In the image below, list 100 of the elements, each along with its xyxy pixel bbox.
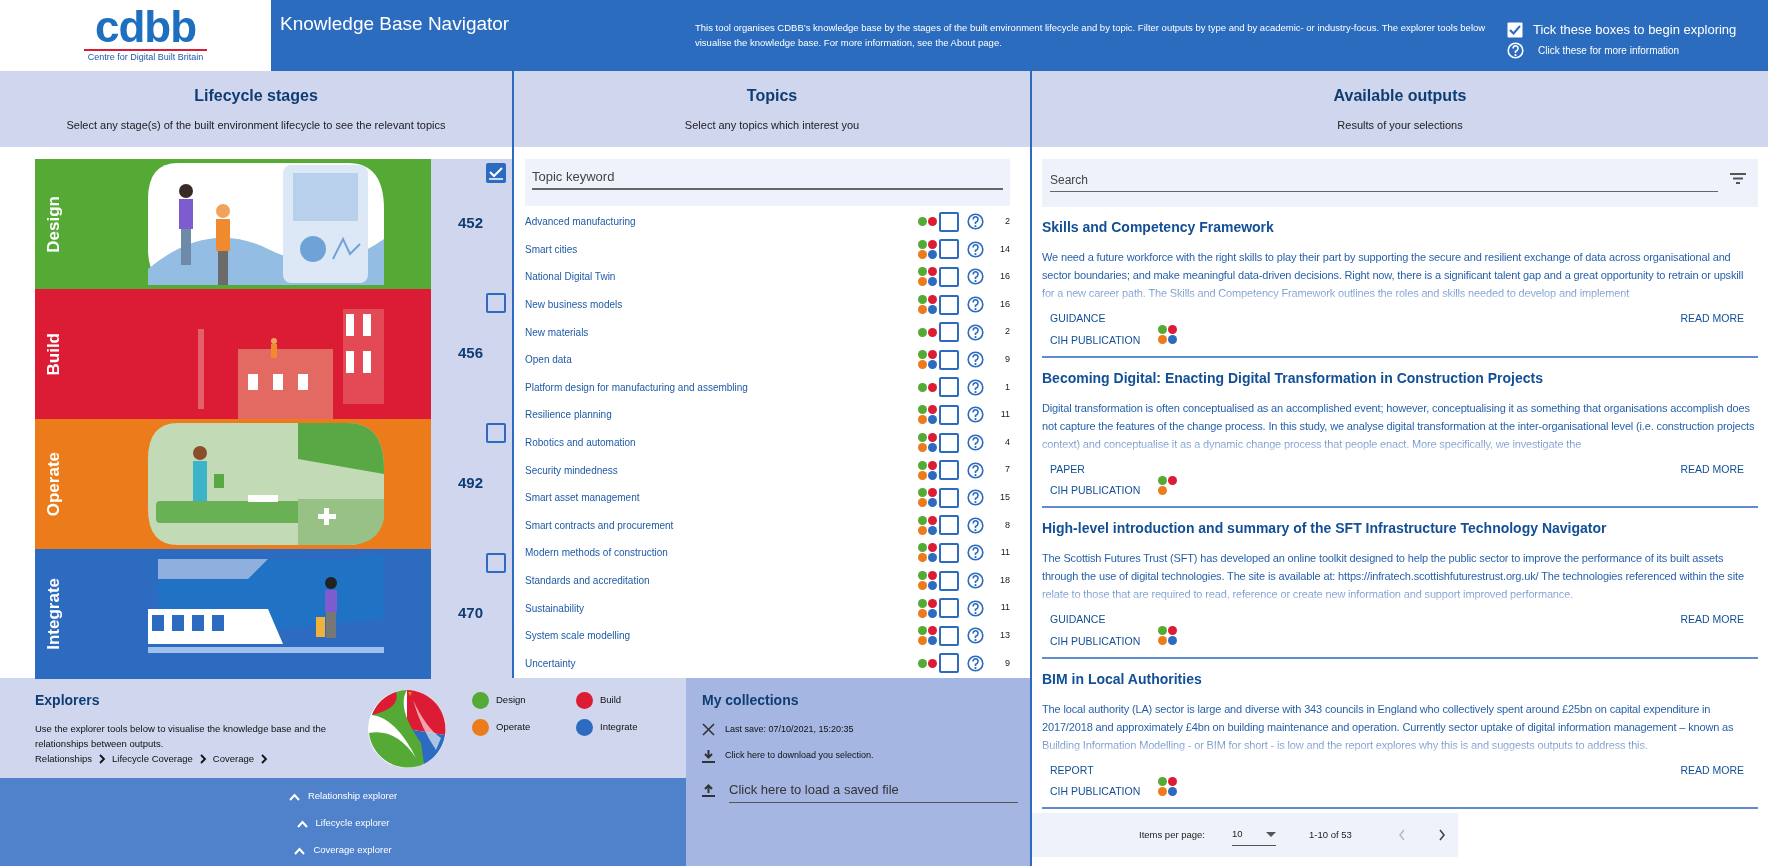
filter-button[interactable] [1730, 171, 1748, 185]
topic-name[interactable]: Smart asset management [525, 490, 918, 506]
checkbox[interactable] [939, 598, 959, 619]
caret-down-icon [1266, 832, 1276, 837]
help-icon [967, 544, 984, 562]
topic-name[interactable]: System scale modelling [525, 628, 918, 644]
search-input[interactable]: Search [1050, 168, 1718, 192]
breadcrumb-link[interactable]: Lifecycle Coverage [112, 752, 193, 767]
chevron-right-icon [260, 754, 269, 765]
topic-name[interactable]: New business models [525, 297, 918, 313]
checkbox[interactable] [939, 542, 959, 563]
logo-text: cdbb [94, 6, 197, 47]
breadcrumb-link[interactable]: Coverage [212, 752, 255, 767]
stage-card[interactable]: Build [35, 289, 431, 419]
checkbox[interactable] [939, 322, 959, 343]
chevron-right-icon [198, 754, 207, 765]
explorer-toggle[interactable]: Relationship explorer [288, 783, 398, 810]
checkbox[interactable] [486, 293, 506, 313]
help-icon [967, 406, 984, 424]
topic-name[interactable]: Smart contracts and procurement [525, 517, 918, 533]
topic-name[interactable]: Standards and accreditation [525, 573, 918, 588]
column-subtitle: Select any stage(s) of the built environment lifecycle to see the relevant topics [66, 118, 446, 133]
column-title: Lifecycle stages [194, 86, 318, 106]
search-field[interactable]: Search [1042, 159, 1758, 207]
checkbox[interactable] [486, 553, 506, 573]
stage-count: 456 [458, 343, 484, 363]
logo-subtitle: Centre for Digital Built Britain [83, 48, 208, 65]
topic-name[interactable]: Platform design for manufacturing and assembling [525, 379, 918, 395]
help-icon [967, 599, 984, 617]
output-publisher: CIH PUBLICATION [1050, 332, 1142, 348]
help-icon [967, 213, 984, 231]
explorer-toggle[interactable]: Lifecycle explorer [296, 810, 390, 837]
topic-name[interactable]: Modern methods of construction [525, 545, 918, 561]
close-icon [702, 723, 715, 737]
chevron-left-icon [1397, 829, 1406, 841]
stage-card[interactable]: Integrate [35, 549, 431, 679]
topic-count: 16 [999, 270, 1010, 284]
file-load-field[interactable]: Click here to load a saved file [729, 776, 1018, 803]
topic-name[interactable]: Smart cities [525, 241, 918, 257]
read-more-link[interactable]: READ MORE [1680, 762, 1758, 779]
checkbox[interactable] [939, 349, 959, 370]
stage-label: Build [43, 332, 64, 376]
help-icon [967, 296, 984, 314]
topic-name[interactable]: Open data [525, 352, 918, 368]
read-more-link[interactable]: READ MORE [1680, 461, 1758, 478]
checkbox[interactable] [939, 267, 959, 287]
topic-name[interactable]: Resilience planning [525, 407, 918, 423]
checkbox[interactable] [939, 515, 959, 536]
chevron-right-icon [1437, 829, 1446, 841]
download-link[interactable]: Click here to download you selection. [725, 748, 874, 763]
legend-label: Operate [496, 720, 531, 735]
checkbox[interactable] [939, 432, 959, 453]
output-title[interactable]: BIM in Local Authorities [1042, 668, 1758, 690]
checkbox[interactable] [939, 460, 959, 481]
checkbox[interactable] [939, 239, 959, 260]
topic-name[interactable]: New materials [525, 324, 918, 340]
output-title[interactable]: Skills and Competency Framework [1042, 217, 1758, 238]
topic-count: 16 [999, 297, 1010, 311]
breadcrumb-link[interactable]: Relationships [35, 752, 93, 767]
checkbox[interactable] [939, 570, 959, 591]
chevron-up-icon [296, 819, 308, 828]
help-icon [967, 351, 984, 369]
topic-count: 9 [1004, 353, 1010, 366]
legend-label: Integrate [600, 720, 638, 735]
output-type: GUIDANCE [1050, 612, 1107, 627]
topic-name[interactable]: Sustainability [525, 600, 918, 616]
checkbox[interactable] [939, 625, 959, 646]
read-more-link[interactable]: READ MORE [1680, 612, 1758, 628]
column-title: Available outputs [1333, 86, 1467, 106]
checkbox[interactable] [939, 404, 959, 425]
output-title[interactable]: Becoming Digital: Enacting Digital Transformation in Construction Projects [1042, 367, 1758, 389]
help-icon [967, 323, 984, 341]
read-more-link[interactable]: READ MORE [1680, 311, 1758, 327]
topic-name[interactable]: National Digital Twin [525, 269, 918, 285]
checkbox[interactable] [486, 423, 506, 443]
topic-name[interactable]: Uncertainty [525, 655, 918, 671]
checkbox[interactable] [939, 211, 959, 232]
help-icon [967, 572, 984, 589]
checkbox[interactable] [939, 377, 959, 398]
page-size-select[interactable]: 10 [1232, 824, 1276, 846]
help-icon [967, 627, 984, 645]
checkbox[interactable] [939, 487, 959, 508]
topic-count: 2 [1004, 325, 1010, 339]
checkbox-icon [1507, 21, 1523, 38]
checkbox[interactable] [486, 163, 506, 183]
topic-count: 14 [999, 242, 1010, 256]
output-title[interactable]: High-level introduction and summary of the SFT Infrastructure Technology Navigator [1042, 518, 1758, 539]
checkbox[interactable] [939, 653, 959, 674]
help-icon [967, 489, 984, 507]
topic-name[interactable]: Security mindedness [525, 462, 918, 478]
stage-count: 452 [458, 213, 484, 233]
stage-label: Integrate [43, 578, 64, 650]
topic-name[interactable]: Advanced manufacturing [525, 214, 918, 230]
help-icon [1507, 41, 1524, 59]
checkbox[interactable] [939, 294, 959, 315]
output-publisher: CIH PUBLICATION [1050, 633, 1142, 649]
topic-name[interactable]: Robotics and automation [525, 435, 918, 451]
search-field[interactable]: Topic keyword [525, 159, 1010, 206]
upload-icon [702, 782, 715, 797]
explorer-toggle[interactable]: Coverage explorer [294, 837, 392, 864]
